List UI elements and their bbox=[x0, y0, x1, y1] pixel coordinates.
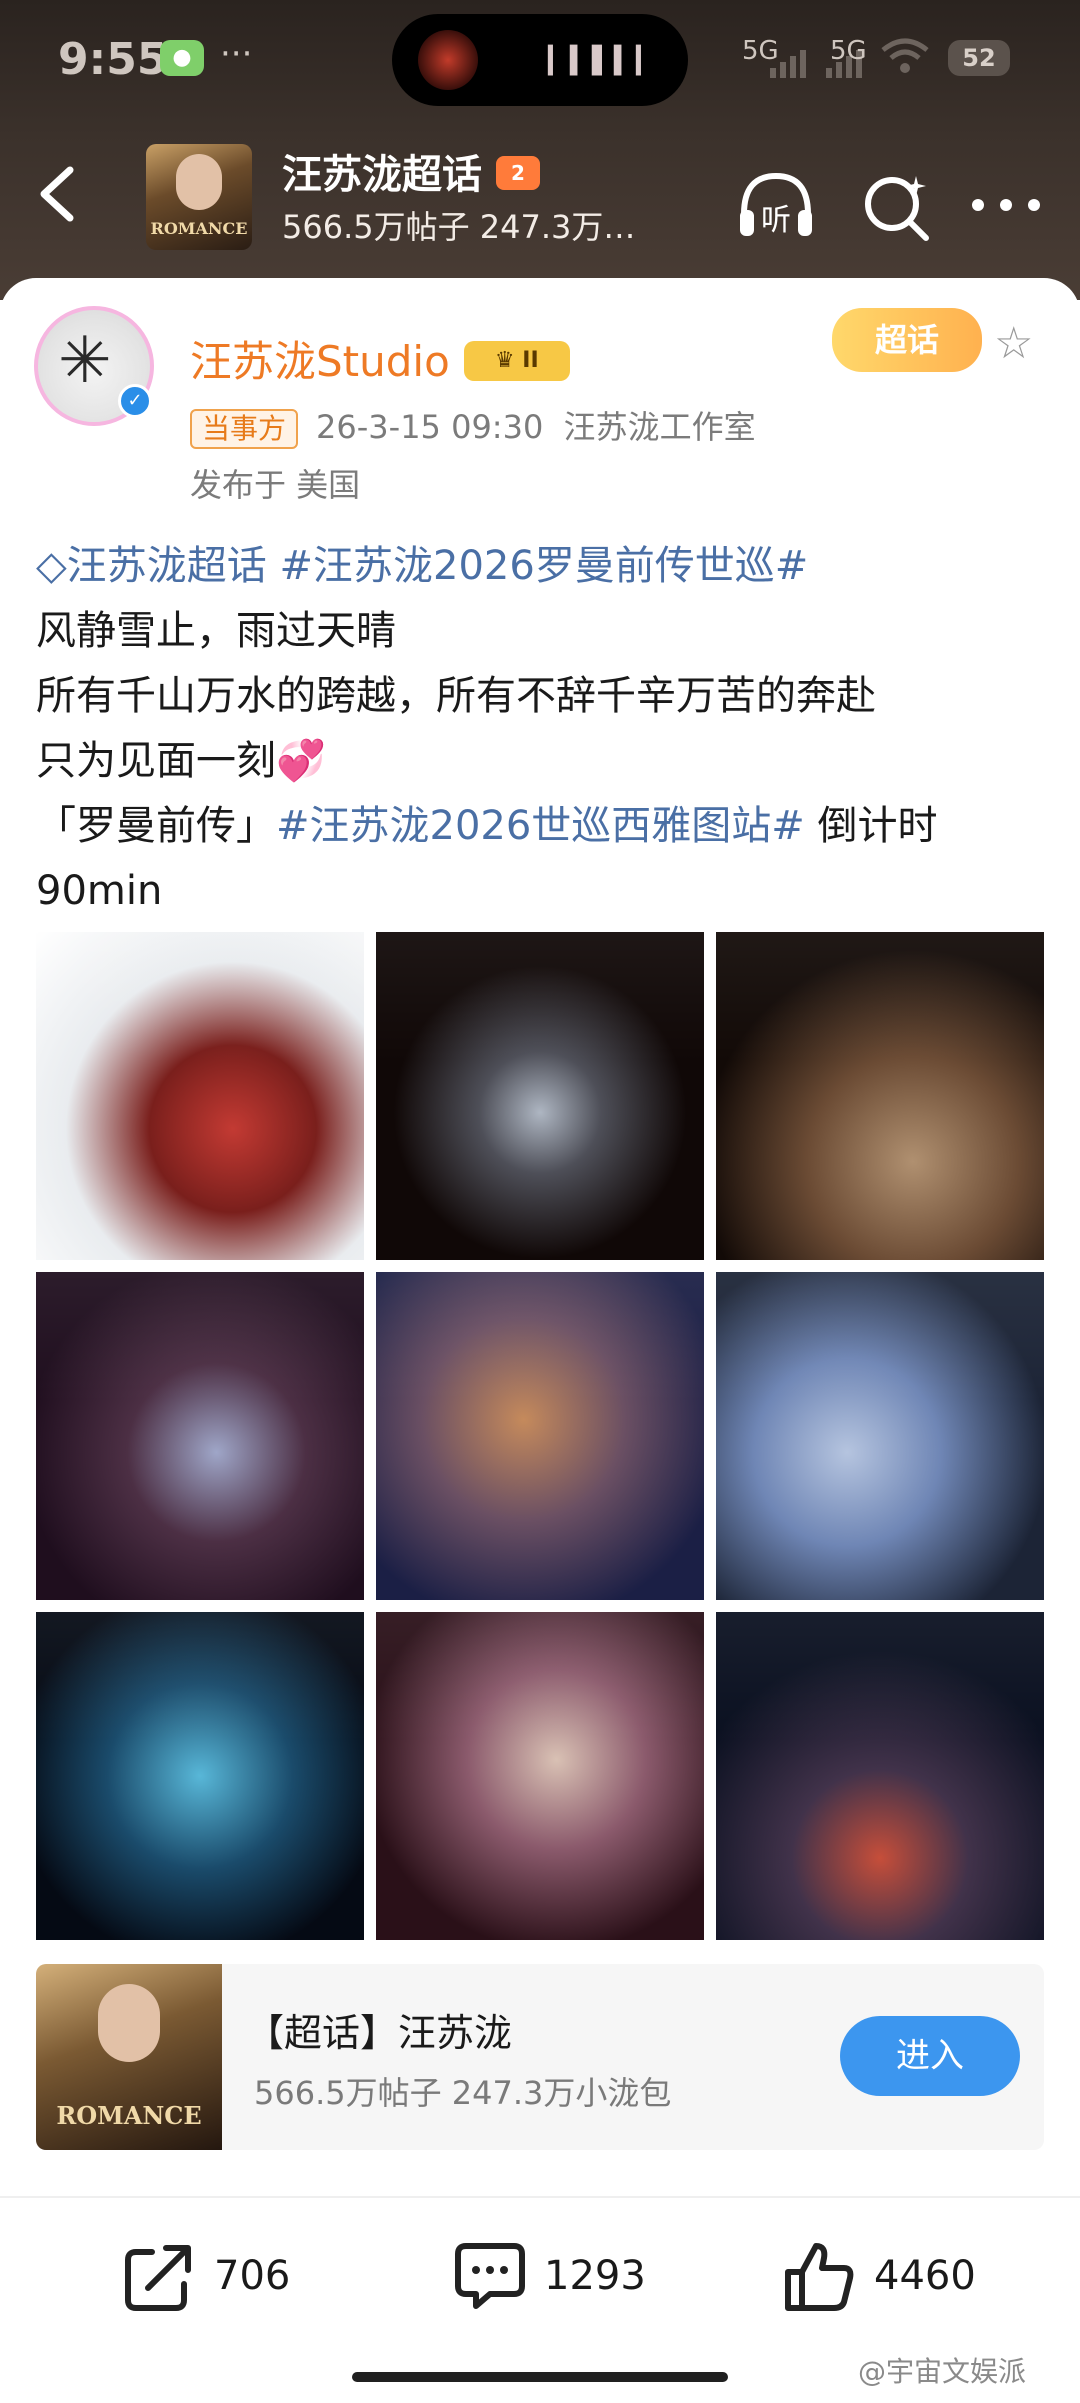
divider bbox=[0, 2196, 1080, 2198]
home-indicator[interactable] bbox=[352, 2372, 728, 2382]
comment-count: 1293 bbox=[544, 2253, 646, 2299]
crown-level-badge: ♛ II bbox=[463, 340, 570, 381]
listen-button[interactable]: 听 bbox=[736, 170, 816, 244]
comment-icon bbox=[455, 2243, 525, 2309]
avatar-logo: ROMANCE bbox=[150, 219, 248, 238]
title-text: 汪苏泷超话 bbox=[282, 152, 482, 198]
post-location: 发布于 美国 bbox=[190, 466, 361, 504]
photo-4[interactable] bbox=[36, 1272, 364, 1600]
now-playing-artwork bbox=[418, 30, 478, 90]
post-timestamp: 26-3-15 09:30 bbox=[316, 408, 544, 446]
status-bar: 9:55 ● ··· ▎▍▌▍▎ 5G 5G 52 bbox=[0, 0, 1080, 120]
watermark: @宇宙文娱派 bbox=[858, 2355, 1027, 2388]
text-line-5-suffix: 倒计时 bbox=[804, 803, 938, 849]
text-line-2: 风静雪止，雨过天晴 bbox=[36, 608, 396, 654]
wifi-icon bbox=[881, 38, 929, 73]
text-line-1: ◇汪苏泷超话 #汪苏泷2026罗曼前传世巡# bbox=[36, 534, 1046, 599]
photo-7[interactable] bbox=[36, 1612, 364, 1940]
battery-indicator: 52 bbox=[948, 40, 1010, 76]
post-meta: 当事方 26-3-15 09:30 汪苏泷工作室 bbox=[190, 402, 756, 449]
photo-9[interactable] bbox=[716, 1612, 1044, 1940]
like-count: 4460 bbox=[874, 2253, 976, 2299]
more-notifications-icon: ··· bbox=[220, 34, 253, 74]
text-line-5: 「罗曼前传」#汪苏泷2026世巡西雅图站# 倒计时 bbox=[36, 794, 1046, 859]
wechat-icon: ● bbox=[160, 40, 204, 76]
post-source: 汪苏泷工作室 bbox=[563, 408, 756, 446]
author-name[interactable]: 汪苏泷Studio ♛ II bbox=[190, 328, 570, 389]
hashtag-supertopic[interactable]: 汪苏泷超话 bbox=[67, 543, 267, 589]
diamond-icon: ◇ bbox=[36, 543, 67, 589]
level-badge: 2 bbox=[496, 156, 540, 190]
text-line-5-prefix: 「罗曼前传」 bbox=[36, 803, 276, 849]
photo-8[interactable] bbox=[376, 1612, 704, 1940]
favorite-star-icon[interactable]: ☆ bbox=[994, 318, 1033, 369]
photo-6[interactable] bbox=[716, 1272, 1044, 1600]
supertopic-card-image: ROMANCE bbox=[36, 1964, 222, 2150]
share-icon bbox=[125, 2245, 191, 2311]
thumbs-up-icon bbox=[785, 2243, 854, 2311]
back-button[interactable] bbox=[34, 164, 84, 224]
more-options-button[interactable] bbox=[966, 190, 1046, 220]
supertopic-title[interactable]: 汪苏泷超话 2 bbox=[282, 142, 540, 200]
avatar-face bbox=[176, 154, 222, 210]
supertopic-tag[interactable]: 超话 bbox=[832, 308, 982, 372]
supertopic-avatar[interactable]: ROMANCE bbox=[146, 144, 252, 250]
post-body: ◇汪苏泷超话 #汪苏泷2026罗曼前传世巡# 风静雪止，雨过天晴 所有千山万水的… bbox=[36, 534, 1046, 924]
studio-logo-icon: ✳ bbox=[58, 324, 112, 398]
photo-5[interactable] bbox=[376, 1272, 704, 1600]
network-5g-label-2: 5G bbox=[830, 36, 867, 66]
enter-button[interactable]: 进入 bbox=[840, 2016, 1020, 2096]
photo-1[interactable] bbox=[36, 932, 364, 1260]
verified-badge-icon: ✓ bbox=[118, 384, 152, 418]
author-avatar[interactable]: ✳ ✓ bbox=[34, 306, 154, 426]
search-button[interactable] bbox=[860, 170, 934, 244]
hashtag-seattle[interactable]: #汪苏泷2026世巡西雅图站# bbox=[276, 803, 805, 849]
photo-2[interactable] bbox=[376, 932, 704, 1260]
photo-grid bbox=[36, 932, 1044, 1940]
chevron-left-icon bbox=[40, 166, 74, 222]
supertopic-header: ROMANCE 汪苏泷超话 2 566.5万帖子 247.3万… 听 bbox=[0, 130, 1080, 260]
share-count: 706 bbox=[214, 2253, 291, 2299]
supertopic-card-stats: 566.5万帖子 247.3万小泷包 bbox=[254, 2074, 672, 2112]
supertopic-card-title: 【超话】汪苏泷 bbox=[246, 2011, 513, 2055]
photo-3[interactable] bbox=[716, 932, 1044, 1260]
clock: 9:55 bbox=[58, 34, 168, 85]
author-name-text: 汪苏泷Studio bbox=[190, 337, 450, 386]
party-badge: 当事方 bbox=[190, 409, 299, 449]
supertopic-stats: 566.5万帖子 247.3万… bbox=[282, 208, 636, 246]
text-line-3: 所有千山万水的跨越，所有不辞千辛万苦的奔赴 bbox=[36, 673, 876, 719]
listen-label: 听 bbox=[761, 203, 791, 238]
supertopic-card[interactable]: ROMANCE 【超话】汪苏泷 566.5万帖子 247.3万小泷包 进入 bbox=[36, 1964, 1044, 2150]
crown-level-text: II bbox=[522, 347, 539, 373]
dynamic-island[interactable]: ▎▍▌▍▎ bbox=[392, 14, 688, 106]
topic-image-logo: ROMANCE bbox=[56, 2101, 202, 2130]
topic-image-face bbox=[98, 1984, 160, 2062]
text-line-4: 只为见面一刻💞 bbox=[36, 738, 326, 784]
text-line-6: 90min bbox=[36, 868, 163, 914]
audio-wave-icon: ▎▍▌▍▎ bbox=[548, 46, 658, 76]
hashtag-tour[interactable]: #汪苏泷2026罗曼前传世巡# bbox=[279, 543, 808, 589]
